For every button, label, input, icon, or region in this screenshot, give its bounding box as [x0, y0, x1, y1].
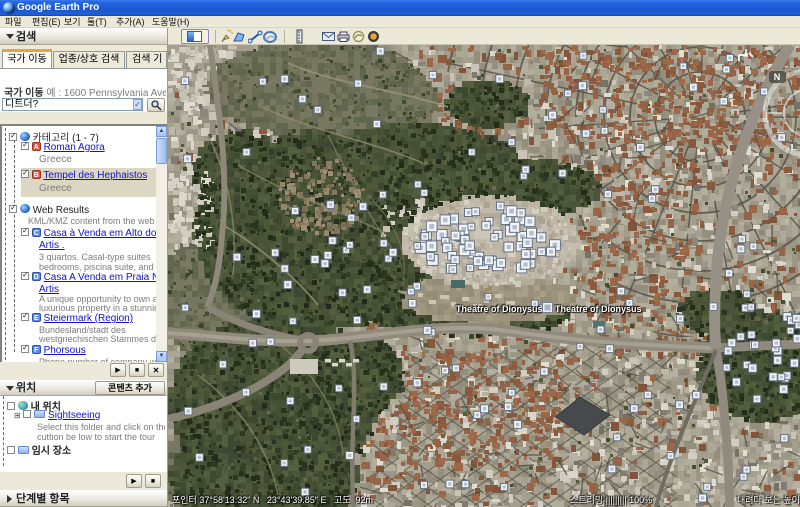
svg-text:N: N: [774, 72, 781, 82]
